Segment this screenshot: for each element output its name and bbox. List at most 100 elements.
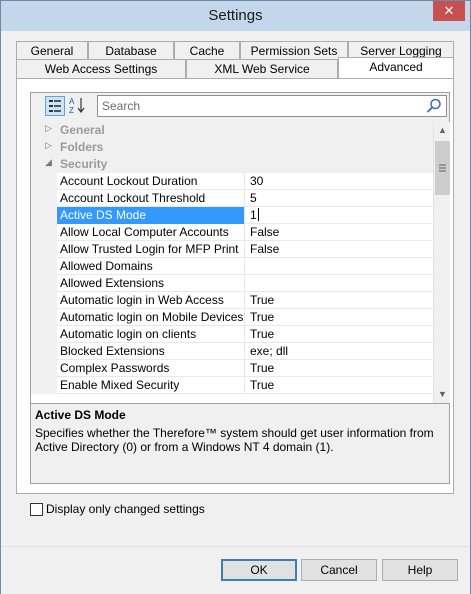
property-row[interactable]: Automatic login in Web Access True [31, 292, 433, 309]
row-gutter [31, 377, 57, 394]
property-row[interactable]: Allowed Domains [31, 258, 433, 275]
property-value[interactable]: True [245, 360, 433, 377]
category-label: Security [60, 157, 108, 171]
collapse-arrow-icon[interactable]: ◢ [45, 157, 52, 168]
description-title: Active DS Mode [35, 408, 126, 422]
expand-arrow-icon[interactable]: ▷ [45, 123, 52, 134]
tab-general[interactable]: General [16, 41, 88, 60]
property-row[interactable]: Complex Passwords True [31, 360, 433, 377]
tab-permission-sets[interactable]: Permission Sets [240, 41, 348, 60]
property-value[interactable]: 30 [245, 173, 433, 190]
category-security[interactable]: ◢ Security [31, 156, 433, 173]
property-name: Active DS Mode [57, 207, 245, 224]
property-value[interactable]: True [245, 326, 433, 343]
alphabetical-button[interactable]: A Z [68, 96, 88, 116]
property-row[interactable]: Automatic login on clients True [31, 326, 433, 343]
property-row-selected[interactable]: Active DS Mode 1 [31, 207, 433, 224]
tab-label: XML Web Service [214, 62, 310, 76]
sort-alphabetical-icon: A Z [69, 97, 85, 115]
window-title: Settings [208, 7, 263, 24]
row-gutter [31, 275, 57, 292]
property-row[interactable]: Allow Local Computer Accounts False [31, 224, 433, 241]
search-icon[interactable] [426, 98, 442, 114]
button-bar: OK Cancel Help [1, 546, 470, 594]
property-name: Automatic login on Mobile Devices [57, 309, 245, 326]
categorized-button[interactable] [45, 96, 65, 116]
property-name: Automatic login on clients [57, 326, 245, 343]
tab-database[interactable]: Database [88, 41, 174, 60]
grip-icon [439, 164, 446, 172]
row-gutter [31, 258, 57, 275]
close-button[interactable]: ✕ [433, 1, 465, 21]
tab-advanced[interactable]: Advanced [338, 57, 454, 78]
display-changed-label[interactable]: Display only changed settings [46, 502, 205, 516]
property-value[interactable]: False [245, 241, 433, 258]
row-gutter [31, 224, 57, 241]
tab-label: Web Access Settings [44, 62, 158, 76]
property-row[interactable]: Enable Mixed Security True [31, 377, 433, 394]
category-label: General [60, 123, 105, 137]
tab-label: Database [105, 44, 157, 58]
property-list: ▷ General ▷ Folders ◢ Security Account L… [31, 122, 433, 403]
vertical-scrollbar[interactable]: ▲ ▼ [433, 122, 450, 403]
row-gutter [31, 292, 57, 309]
property-grid: A Z Search ▷ General ▷ Folders ◢ Securit… [30, 92, 450, 404]
property-value[interactable] [245, 258, 433, 275]
dialog-body: General Database Cache Permission Sets S… [8, 31, 463, 587]
text-caret [257, 208, 259, 221]
property-name: Automatic login in Web Access [57, 292, 245, 309]
property-name: Allowed Extensions [57, 275, 245, 292]
scroll-thumb[interactable] [435, 141, 450, 195]
ok-button[interactable]: OK [221, 559, 297, 581]
tab-web-access-settings[interactable]: Web Access Settings [16, 59, 186, 78]
property-row[interactable]: Account Lockout Threshold 5 [31, 190, 433, 207]
scroll-down-icon[interactable]: ▼ [434, 386, 451, 403]
property-row[interactable]: Blocked Extensions exe; dll [31, 343, 433, 360]
scroll-up-icon[interactable]: ▲ [434, 122, 451, 139]
close-icon: ✕ [443, 3, 455, 18]
property-name: Blocked Extensions [57, 343, 245, 360]
expand-arrow-icon[interactable]: ▷ [45, 140, 52, 151]
tab-label: Permission Sets [250, 44, 338, 58]
property-name: Account Lockout Threshold [57, 190, 245, 207]
property-value[interactable]: 5 [245, 190, 433, 207]
row-gutter [31, 207, 57, 224]
property-name: Allow Trusted Login for MFP Print [57, 241, 245, 258]
tab-label: Cache [189, 44, 225, 58]
property-row[interactable]: Account Lockout Duration 30 [31, 173, 433, 190]
search-placeholder: Search [102, 99, 141, 113]
svg-text:Z: Z [69, 106, 74, 114]
description-pane: Active DS Mode Specifies whether the The… [30, 404, 450, 484]
row-gutter [31, 309, 57, 326]
property-value[interactable]: exe; dll [245, 343, 433, 360]
display-changed-checkbox[interactable] [30, 503, 43, 516]
row-gutter [31, 326, 57, 343]
row-gutter [31, 343, 57, 360]
property-value[interactable]: True [245, 377, 433, 394]
help-button[interactable]: Help [382, 559, 458, 581]
row-gutter [31, 241, 57, 258]
title-bar[interactable]: Settings ✕ [1, 1, 470, 31]
property-row[interactable]: Allow Trusted Login for MFP Print False [31, 241, 433, 258]
category-general[interactable]: ▷ General [31, 122, 433, 139]
tab-xml-web-service[interactable]: XML Web Service [186, 59, 338, 78]
property-value[interactable]: True [245, 309, 433, 326]
row-gutter [31, 173, 57, 190]
cancel-button[interactable]: Cancel [301, 559, 377, 581]
property-value-editor[interactable]: 1 [245, 207, 433, 224]
search-input[interactable]: Search [97, 95, 447, 117]
property-value[interactable]: False [245, 224, 433, 241]
property-name: Account Lockout Duration [57, 173, 245, 190]
category-folders[interactable]: ▷ Folders [31, 139, 433, 156]
settings-window: Settings ✕ General Database Cache Permis… [0, 0, 471, 594]
property-value[interactable]: True [245, 292, 433, 309]
tab-cache[interactable]: Cache [174, 41, 240, 60]
tab-label: General [30, 44, 74, 58]
property-value[interactable] [245, 275, 433, 292]
property-row[interactable]: Allowed Extensions [31, 275, 433, 292]
property-name: Enable Mixed Security [57, 377, 245, 394]
svg-text:A: A [69, 97, 75, 106]
description-text: Specifies whether the Therefore™ system … [35, 426, 434, 454]
property-row[interactable]: Automatic login on Mobile Devices True [31, 309, 433, 326]
property-value: 1 [250, 208, 257, 222]
